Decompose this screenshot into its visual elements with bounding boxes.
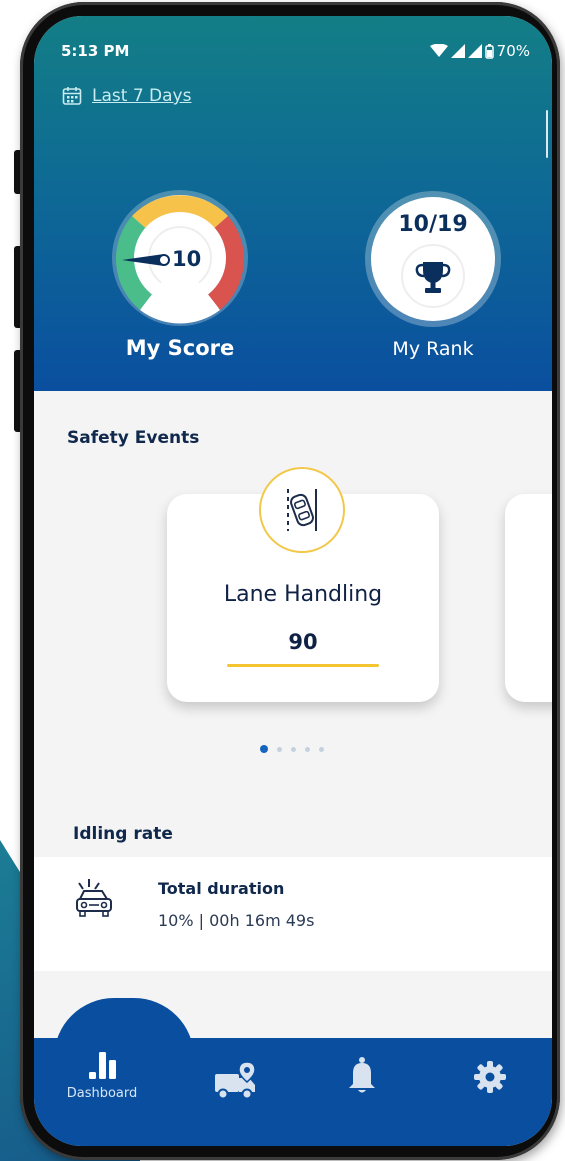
pagination-dot[interactable] bbox=[319, 746, 324, 752]
bottom-nav: Dashboard bbox=[34, 1038, 552, 1146]
nav-item-notifications[interactable] bbox=[342, 1056, 382, 1096]
nav-item-trips[interactable] bbox=[210, 1060, 262, 1102]
score-value: 10 bbox=[172, 247, 202, 271]
battery-percent: 70% bbox=[496, 42, 530, 60]
pagination-dot[interactable] bbox=[260, 745, 268, 753]
truck-location-icon bbox=[215, 1061, 256, 1100]
idling-title: Idling rate bbox=[73, 824, 173, 844]
signal-icon bbox=[467, 44, 482, 58]
status-time: 5:13 PM bbox=[61, 42, 130, 60]
idling-row[interactable]: Total duration 10% | 00h 16m 49s bbox=[34, 857, 552, 971]
idling-row-title: Total duration bbox=[158, 879, 285, 898]
event-score-bar bbox=[227, 664, 379, 667]
score-label: My Score bbox=[125, 336, 235, 360]
calendar-icon bbox=[62, 87, 82, 105]
event-card-next[interactable] bbox=[505, 494, 552, 702]
pagination-dot[interactable] bbox=[277, 746, 282, 752]
idling-row-detail: 10% | 00h 16m 49s bbox=[158, 911, 315, 930]
rank-badge[interactable]: 10/19 bbox=[364, 190, 502, 328]
status-icons: 70% bbox=[429, 42, 530, 60]
period-selector[interactable]: Last 7 Days bbox=[62, 86, 191, 106]
header: 5:13 PM 70% Last 7 Days 10 My Score 10/1… bbox=[34, 16, 552, 391]
safety-events-title: Safety Events bbox=[67, 428, 200, 448]
wifi-icon bbox=[429, 44, 448, 57]
rank-value: 10/19 bbox=[398, 212, 468, 237]
nav-item-dashboard[interactable]: Dashboard bbox=[56, 1048, 148, 1101]
signal-icon bbox=[450, 44, 465, 58]
scrollbar[interactable] bbox=[546, 110, 548, 158]
battery-icon bbox=[484, 43, 494, 59]
app-screen: 5:13 PM 70% Last 7 Days 10 My Score 10/1… bbox=[34, 16, 552, 1146]
score-gauge[interactable]: 10 bbox=[110, 188, 250, 328]
bell-icon bbox=[349, 1057, 375, 1093]
event-value: 90 bbox=[288, 630, 318, 654]
trophy-icon bbox=[415, 262, 451, 293]
event-name: Lane Handling bbox=[223, 582, 383, 607]
idling-car-icon bbox=[76, 879, 112, 917]
bar-chart-icon bbox=[89, 1052, 116, 1079]
carousel-pagination bbox=[260, 745, 324, 753]
pagination-dot[interactable] bbox=[305, 746, 310, 752]
nav-item-label: Dashboard bbox=[66, 1086, 138, 1101]
nav-item-settings[interactable] bbox=[470, 1060, 510, 1094]
period-label: Last 7 Days bbox=[92, 86, 192, 106]
pagination-dot[interactable] bbox=[291, 746, 296, 752]
main-content: Safety Events Lane Handling 90 Idling ra… bbox=[34, 391, 552, 1071]
gear-icon bbox=[474, 1061, 506, 1093]
rank-label: My Rank bbox=[392, 338, 474, 360]
lane-change-car-icon bbox=[259, 467, 345, 553]
